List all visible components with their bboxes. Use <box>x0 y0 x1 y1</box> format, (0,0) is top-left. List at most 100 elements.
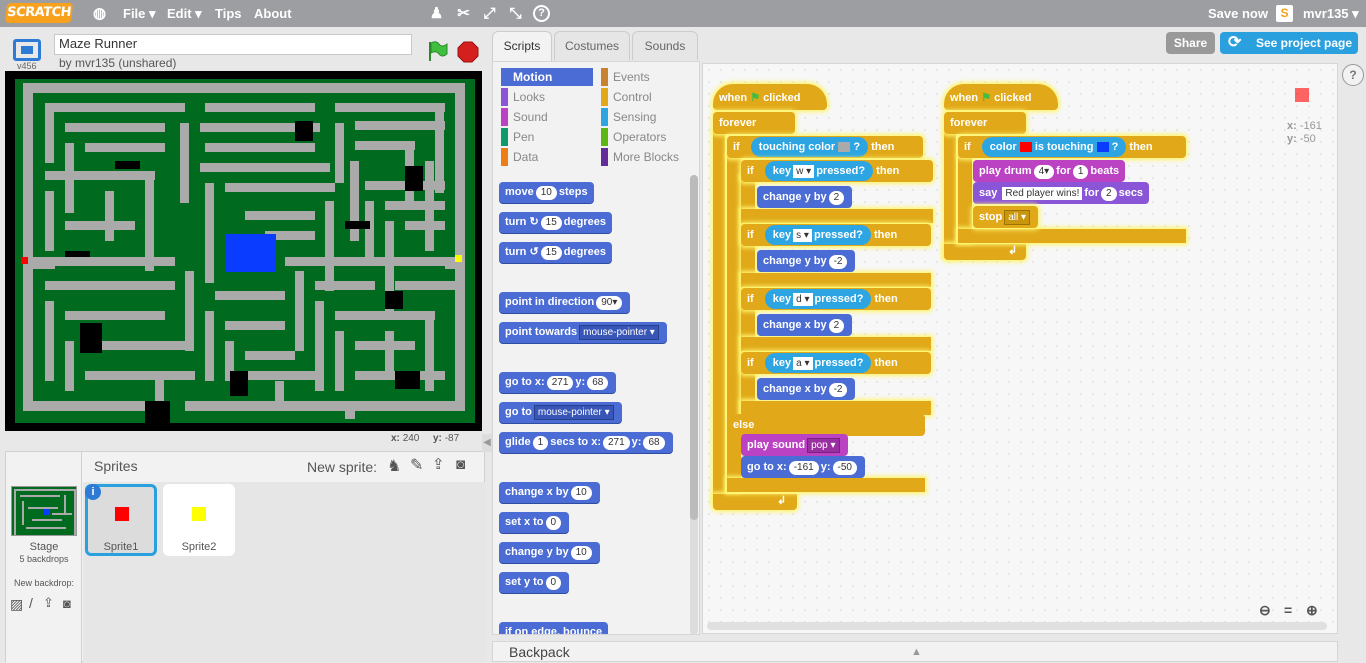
play-sound-pop[interactable]: play sound pop ▾ <box>741 434 848 456</box>
touching-color-swatch[interactable] <box>838 142 851 153</box>
block-go-to-xy[interactable]: go to x: 271 y: 68 <box>499 372 617 393</box>
save-now-link[interactable]: Save now <box>1208 0 1268 27</box>
share-button[interactable]: Share <box>1166 32 1215 54</box>
category-control[interactable]: Control <box>601 88 693 106</box>
upload-sprite-icon[interactable]: ⇪ <box>432 455 445 473</box>
stage-canvas[interactable] <box>5 71 482 431</box>
camera-icon[interactable]: ◙ <box>63 596 71 611</box>
loop-arrow-icon-2: ↲ <box>1008 245 1018 257</box>
see-project-page-button[interactable]: ⟳ See project page <box>1220 32 1358 54</box>
tab-sounds[interactable]: Sounds <box>632 31 698 60</box>
info-icon[interactable]: i <box>85 484 101 500</box>
change-y-by-2[interactable]: change y by 2 <box>757 186 853 208</box>
zoom-reset-icon[interactable]: = <box>1284 602 1292 618</box>
block-turn-right[interactable]: turn ↻ 15 degrees <box>499 212 612 233</box>
presentation-mode-button[interactable] <box>13 39 41 61</box>
if-else-left <box>727 156 741 491</box>
upload-backdrop-icon[interactable]: ⇪ <box>43 595 54 611</box>
when-flag-clicked-hat[interactable]: when ⚑ clicked <box>713 84 827 110</box>
if-key-d-block[interactable]: if key d ▾ pressed? then <box>741 288 931 310</box>
zoom-in-icon[interactable]: ⊕ <box>1306 602 1318 619</box>
if-color-touching-block[interactable]: if color is touching ? then <box>958 136 1186 158</box>
play-drum-block[interactable]: play drum 4▾ for 1 beats <box>973 160 1126 182</box>
sprite-tile-sprite2[interactable]: Sprite2 <box>163 484 235 556</box>
user-menu[interactable]: mvr135 ▾ <box>1303 0 1359 27</box>
block-bounce[interactable]: if on edge, bounce <box>499 622 609 634</box>
change-y-by-minus-2[interactable]: change y by -2 <box>757 250 856 272</box>
if-touching-color-block[interactable]: if touching color ? then <box>727 136 923 158</box>
category-swatch <box>501 148 508 166</box>
block-go-to[interactable]: go to mouse-pointer ▾ <box>499 402 622 423</box>
say-text-input[interactable]: Red player wins! <box>1002 187 1083 200</box>
tab-scripts[interactable]: Scripts <box>492 31 552 62</box>
paint-backdrop-icon[interactable]: ▨ <box>10 596 23 613</box>
fullscreen-icon <box>21 46 33 54</box>
duplicate-stamp-icon[interactable]: ♟ <box>428 5 445 22</box>
category-looks[interactable]: Looks <box>501 88 593 106</box>
language-globe-icon[interactable]: ◍ <box>91 5 108 22</box>
scratch-logo[interactable]: SCRATCH <box>4 3 74 23</box>
block-change-y[interactable]: change y by 10 <box>499 542 600 563</box>
zoom-out-icon[interactable]: ⊖ <box>1259 602 1271 619</box>
block-point-in-direction[interactable]: point in direction 90▾ <box>499 292 631 313</box>
change-x-by-minus-2[interactable]: change x by -2 <box>757 378 856 400</box>
tab-costumes[interactable]: Costumes <box>554 31 630 60</box>
color-swatch-blue[interactable] <box>1096 142 1109 153</box>
change-x-by-2[interactable]: change x by 2 <box>757 314 853 336</box>
backpack-expand-icon[interactable]: ▲ <box>911 642 922 662</box>
backpack-bar[interactable]: Backpack ▲ <box>492 641 1338 662</box>
menu-edit[interactable]: Edit ▾ <box>167 0 202 27</box>
block-turn-left[interactable]: turn ↺ 15 degrees <box>499 242 612 263</box>
help-question-icon[interactable]: ? <box>533 5 550 22</box>
stop-sign-icon[interactable] <box>457 41 479 63</box>
paint-new-sprite-icon[interactable]: ✎ <box>410 455 423 475</box>
block-change-x[interactable]: change x by 10 <box>499 482 600 503</box>
forever-block-2[interactable]: forever <box>944 112 1026 134</box>
block-glide[interactable]: glide 1 secs to x: 271 y: 68 <box>499 432 673 453</box>
category-pen[interactable]: Pen <box>501 128 593 146</box>
color-swatch-red[interactable] <box>1019 142 1032 153</box>
script-area[interactable]: when ⚑ clicked forever if touching color… <box>702 63 1338 634</box>
say-for-secs-block[interactable]: say Red player wins! for 2 secs <box>973 182 1150 204</box>
category-events[interactable]: Events <box>601 68 693 86</box>
when-flag-clicked-hat-2[interactable]: when ⚑ clicked <box>944 84 1058 110</box>
collapse-arrow-icon[interactable]: ◀ <box>482 434 492 452</box>
palette-scroll-thumb[interactable] <box>690 175 698 520</box>
sprite-tile-sprite1[interactable]: i Sprite1 <box>85 484 157 556</box>
if-key-a-block[interactable]: if key a ▾ pressed? then <box>741 352 931 374</box>
grow-icon[interactable]: ⤢ <box>481 5 498 22</box>
category-sensing[interactable]: Sensing <box>601 108 693 126</box>
my-stuff-icon[interactable]: S <box>1276 5 1293 22</box>
menu-tips[interactable]: Tips <box>215 0 242 27</box>
project-title-input[interactable]: Maze Runner <box>54 34 412 55</box>
help-icon[interactable]: ? <box>1342 64 1364 86</box>
block-set-x[interactable]: set x to 0 <box>499 512 570 533</box>
block-set-y[interactable]: set y to 0 <box>499 572 570 593</box>
category-more-blocks[interactable]: More Blocks <box>601 148 693 166</box>
backpack-label: Backpack <box>509 644 570 660</box>
category-data[interactable]: Data <box>501 148 593 166</box>
palette-scrollbar[interactable] <box>690 175 698 635</box>
stop-all-block[interactable]: stop all ▾ <box>973 206 1039 228</box>
category-swatch <box>501 108 508 126</box>
menu-about[interactable]: About <box>254 0 292 27</box>
paintbrush-icon[interactable]: / <box>29 595 33 611</box>
script-area-hscroll[interactable] <box>707 622 1327 630</box>
forever-block[interactable]: forever <box>713 112 795 134</box>
cut-scissors-icon[interactable]: ✂ <box>455 5 472 22</box>
shrink-icon[interactable]: ⤡ <box>507 5 524 22</box>
choose-sprite-library-icon[interactable]: ♞ <box>387 456 401 476</box>
if-key-s-block[interactable]: if key s ▾ pressed? then <box>741 224 931 246</box>
block-point-towards[interactable]: point towards mouse-pointer ▾ <box>499 322 667 343</box>
if-key-w-block[interactable]: if key w ▾ pressed? then <box>741 160 933 182</box>
new-backdrop-label: New backdrop: <box>13 578 75 588</box>
green-flag-icon[interactable] <box>426 40 448 62</box>
block-move-steps[interactable]: move 10 steps <box>499 182 594 203</box>
category-operators[interactable]: Operators <box>601 128 693 146</box>
stage-thumbnail[interactable] <box>11 486 77 536</box>
menu-file[interactable]: File ▾ <box>123 0 156 27</box>
new-sprite-camera-icon[interactable]: ◙ <box>456 456 465 473</box>
category-motion[interactable]: Motion <box>501 68 593 86</box>
category-sound[interactable]: Sound <box>501 108 593 126</box>
go-to-start-xy[interactable]: go to x: -161 y: -50 <box>741 456 865 478</box>
